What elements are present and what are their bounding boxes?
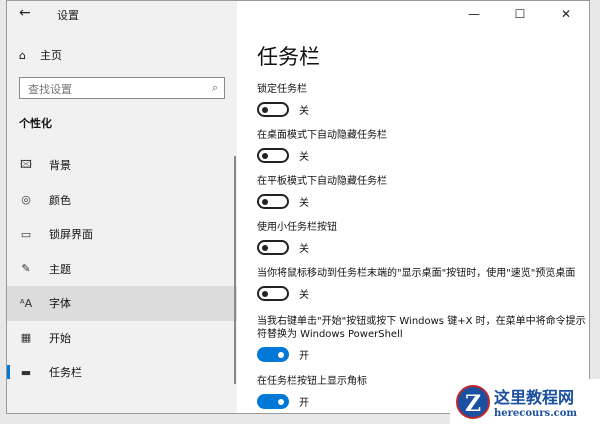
- watermark-logo: Z: [456, 384, 490, 419]
- setting-label: 锁定任务栏: [257, 84, 307, 95]
- toggle-switch[interactable]: [257, 194, 289, 209]
- sidebar-item-themes[interactable]: ✎ 主题: [7, 252, 237, 287]
- toggle-state: 开: [299, 351, 309, 362]
- toggle-state: 关: [299, 290, 309, 301]
- item-label: 开始: [49, 331, 71, 345]
- page-title: 任务栏: [257, 45, 320, 69]
- toggle-state: 关: [299, 198, 309, 209]
- toggle-state: 关: [299, 152, 309, 163]
- maximize-button[interactable]: ☐: [497, 1, 543, 27]
- watermark-url: herecours.com: [494, 408, 578, 419]
- toggle-state: 关: [299, 244, 309, 255]
- close-button[interactable]: ✕: [543, 1, 589, 27]
- toggle-switch[interactable]: [257, 286, 289, 301]
- setting-small-buttons: 使用小任务栏按钮关: [257, 221, 587, 255]
- search-placeholder: 查找设置: [28, 83, 72, 96]
- setting-lock-taskbar: 锁定任务栏关: [257, 83, 587, 117]
- toggle-switch[interactable]: [257, 394, 289, 409]
- setting-label: 当你将鼠标移动到任务栏末端的"显示桌面"按钮时，使用"速览"预览桌面: [257, 268, 576, 279]
- item-label: 背景: [49, 159, 71, 173]
- setting-peek: 当你将鼠标移动到任务栏末端的"显示桌面"按钮时，使用"速览"预览桌面关: [257, 267, 587, 301]
- toggle-state: 开: [299, 398, 309, 409]
- item-label: 主题: [49, 262, 71, 276]
- sidebar-item-start[interactable]: ▦ 开始: [7, 321, 237, 356]
- item-label: 颜色: [49, 193, 71, 207]
- setting-autohide-desktop: 在桌面模式下自动隐藏任务栏关: [257, 129, 587, 163]
- item-label: 锁屏界面: [49, 228, 93, 242]
- toggle-switch[interactable]: [257, 240, 289, 255]
- font-icon: ᴬA: [19, 296, 33, 310]
- toggle-switch[interactable]: [257, 148, 289, 163]
- sidebar-item-taskbar[interactable]: ▬ 任务栏: [7, 355, 237, 390]
- watermark: Z 这里教程网 herecours.com: [450, 379, 600, 424]
- watermark-name: 这里教程网: [494, 388, 575, 407]
- home-icon: ⌂: [19, 48, 26, 62]
- setting-powershell: 当我右键单击"开始"按钮或按下 Windows 键+X 时，在菜单中将命令提示符…: [257, 315, 587, 362]
- start-icon: ▦: [20, 331, 32, 345]
- sidebar-item-fonts[interactable]: ᴬA 字体: [7, 286, 237, 321]
- sidebar-home[interactable]: ⌂ 主页: [19, 47, 62, 63]
- palette-icon: ◎: [21, 193, 31, 207]
- toggle-state: 关: [299, 106, 309, 117]
- home-label: 主页: [39, 49, 62, 62]
- back-button[interactable]: ←: [19, 5, 31, 21]
- taskbar-icon: ▬: [20, 365, 32, 379]
- sidebar-nav: 🖾 背景 ◎ 颜色 ▭ 锁屏界面 ✎ 主题 ᴬA 字体 ▦ 开始 ▬ 任务栏: [7, 148, 237, 390]
- minimize-button[interactable]: —: [451, 1, 497, 27]
- setting-autohide-tablet: 在平板模式下自动隐藏任务栏关: [257, 175, 587, 209]
- search-input[interactable]: 查找设置 ⌕: [19, 77, 225, 99]
- setting-label: 当我右键单击"开始"按钮或按下 Windows 键+X 时，在菜单中将命令提示符…: [257, 316, 586, 340]
- search-icon[interactable]: ⌕: [212, 81, 218, 95]
- sidebar-scrollbar[interactable]: [234, 156, 236, 384]
- settings-window: ← 设置 ⌂ 主页 查找设置 ⌕ 个性化 🖾 背景 ◎ 颜色 ▭ 锁屏界面 ✎ 主题 ᴬA 字…: [6, 0, 590, 414]
- theme-icon: ✎: [21, 262, 31, 276]
- toggle-switch[interactable]: [257, 102, 289, 117]
- app-title: 设置: [57, 9, 79, 22]
- sidebar-item-lockscreen[interactable]: ▭ 锁屏界面: [7, 217, 237, 252]
- item-label: 任务栏: [49, 366, 82, 380]
- setting-label: 在平板模式下自动隐藏任务栏: [257, 176, 387, 187]
- setting-label: 使用小任务栏按钮: [257, 222, 337, 233]
- item-label: 字体: [49, 297, 71, 311]
- picture-icon: 🖾: [20, 157, 32, 171]
- sidebar-item-colors[interactable]: ◎ 颜色: [7, 183, 237, 218]
- toggle-switch[interactable]: [257, 347, 289, 362]
- lockscreen-icon: ▭: [20, 227, 32, 241]
- sidebar: ← 设置 ⌂ 主页 查找设置 ⌕ 个性化 🖾 背景 ◎ 颜色 ▭ 锁屏界面 ✎ 主题 ᴬA 字…: [7, 1, 237, 413]
- window-controls: — ☐ ✕: [451, 1, 589, 27]
- sidebar-item-background[interactable]: 🖾 背景: [7, 148, 237, 183]
- section-heading: 个性化: [19, 117, 52, 130]
- setting-label: 在桌面模式下自动隐藏任务栏: [257, 130, 387, 141]
